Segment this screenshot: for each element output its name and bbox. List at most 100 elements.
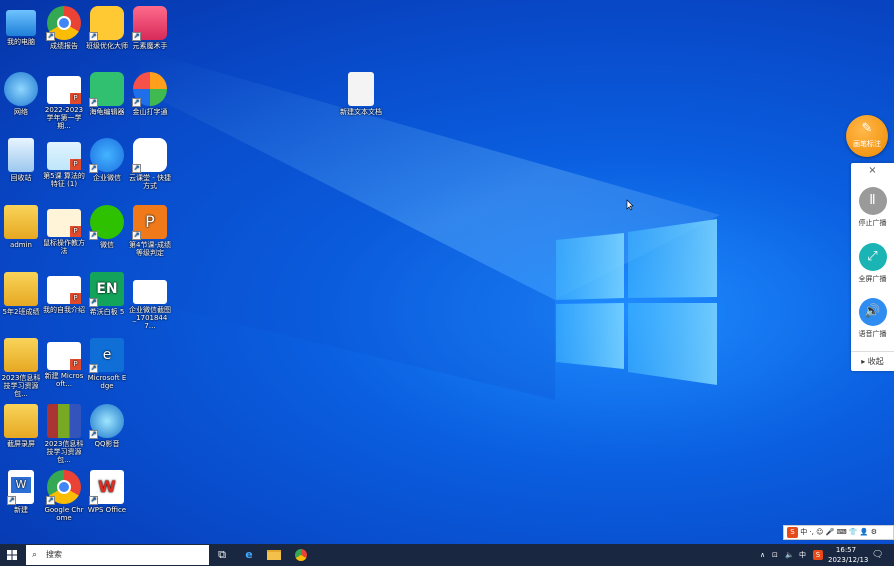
sogou-tray-icon[interactable]: S (813, 544, 823, 566)
task-view-icon[interactable]: ⧉ (214, 547, 230, 563)
start-button[interactable] (0, 544, 24, 566)
word-doc-icon: W ↗ (7, 470, 34, 505)
desktop-icon-seewo[interactable]: EN ↗ 希沃白板 5 (86, 272, 128, 316)
clock[interactable]: 16:57 2023/12/13 (828, 544, 869, 566)
collapse-button[interactable]: ▸ 收起 (851, 351, 894, 371)
shortcut-arrow-icon: ↗ (46, 32, 55, 41)
desktop-icon-qq-player[interactable]: ↗ QQ影音 (86, 404, 128, 448)
mouse-cursor-icon (626, 199, 634, 211)
folder-icon (4, 338, 38, 372)
wechat-icon: ↗ (89, 205, 124, 240)
file-explorer-icon[interactable] (267, 547, 283, 563)
recycle-bin-icon (8, 138, 34, 172)
ime-toolbar[interactable]: S 中 ·, ☺ 🎤 ⌨ 👕 👤 ⚙ (783, 525, 894, 540)
desktop-icon-kingsoft-typing[interactable]: ↗ 金山打字通 (129, 72, 171, 116)
desktop-icon-wps[interactable]: W ↗ WPS Office (86, 470, 128, 514)
desktop-icon-new-text-doc[interactable]: 新建文本文档 (340, 72, 382, 116)
ppt-icon: P ↗ (132, 205, 167, 240)
icon-label: 微信 (100, 241, 114, 249)
desktop-icon-new-ms[interactable]: P 新建 Microsoft... (43, 338, 85, 388)
desktop-icon-resource-pack-1[interactable]: 2023信息科技学习资源包... (0, 338, 42, 398)
shortcut-arrow-icon: ↗ (89, 496, 98, 505)
icon-label: 海龟编辑器 (89, 108, 125, 116)
desktop-icon-lesson5[interactable]: P 第5课 算法的特征 (1) (43, 138, 85, 188)
speaker-icon: 🔊 (858, 298, 887, 326)
class-master-icon: ↗ (89, 6, 124, 41)
desktop-icon-admin[interactable]: admin (0, 205, 42, 249)
desktop-icon-wecom-screenshot[interactable]: 企业微信截图_17018447... (129, 272, 171, 330)
ime-language-indicator[interactable]: 中 (799, 544, 806, 566)
desktop-icon-wechat[interactable]: ↗ 微信 (86, 205, 128, 249)
icon-label: admin (10, 241, 32, 249)
user-folder-icon (4, 205, 38, 239)
desktop-icon-my-computer[interactable]: 我的电脑 (0, 6, 42, 46)
stop-broadcast-button[interactable]: Ⅱ 停止广播 (851, 187, 894, 228)
fullscreen-broadcast-button[interactable]: ⤢ 全屏广播 (851, 243, 894, 284)
stop-broadcast-label: 停止广播 (858, 219, 887, 227)
pause-icon: Ⅱ (858, 187, 887, 215)
desktop-icon-recycle-bin[interactable]: 回收站 (0, 138, 42, 182)
computer-icon (6, 10, 36, 36)
fullscreen-broadcast-label: 全屏广播 (858, 275, 887, 283)
voice-broadcast-button[interactable]: 🔊 语音广播 (851, 298, 894, 339)
edge-taskbar-icon[interactable]: e (241, 547, 257, 563)
show-hidden-icons[interactable]: ∧ (760, 544, 765, 566)
desktop-icon-google-chrome[interactable]: ↗ Google Chrome (43, 470, 85, 522)
ime-toolbar-status: 中 ·, ☺ 🎤 ⌨ 👕 👤 ⚙ (800, 528, 878, 536)
collapse-label: 收起 (867, 357, 884, 366)
ppt-file-icon: P (47, 76, 81, 104)
desktop-icon-resource-pack-2[interactable]: 2023信息科技学习资源包... (43, 404, 85, 464)
shortcut-arrow-icon: ↗ (89, 231, 98, 240)
desktop-icon-new-doc[interactable]: W ↗ 新建 (0, 470, 42, 514)
icon-label: Microsoft Edge (87, 374, 127, 390)
voice-broadcast-label: 语音广播 (858, 330, 887, 338)
edge-icon: e ↗ (89, 338, 124, 373)
search-box[interactable]: ⌕ 搜索 (26, 545, 209, 565)
chrome-icon: ↗ (46, 6, 81, 41)
desktop-icon-edge[interactable]: e ↗ Microsoft Edge (86, 338, 128, 390)
cloud-icon: ↗ (132, 138, 167, 173)
close-icon[interactable]: × (851, 165, 894, 176)
desktop-icon-class-master[interactable]: ↗ 班级优化大师 (86, 6, 128, 50)
volume-icon[interactable]: 🔈 (785, 544, 794, 566)
search-icon: ⌕ (32, 550, 38, 560)
text-file-icon (348, 72, 374, 106)
icon-label: WPS Office (87, 506, 127, 514)
notification-icon[interactable]: 🗨 (872, 544, 883, 566)
icon-label: 企业微信 (93, 174, 121, 182)
desktop-icon-class-grades[interactable]: 5年2班成绩 (0, 272, 42, 316)
icon-label: 2022-2023学年第一学期... (44, 106, 84, 130)
shortcut-arrow-icon: ↗ (132, 164, 141, 173)
ppt-file-icon: P (47, 209, 81, 237)
icon-label: 云课堂 - 快捷方式 (129, 174, 171, 190)
desktop-icon-mouse-method[interactable]: P 鼠标操作教方法 (43, 205, 85, 255)
desktop-icon-network[interactable]: 网络 (0, 72, 42, 116)
desktop-icon-lesson4[interactable]: P ↗ 第4节课-成绩等级判定 (129, 205, 171, 257)
pen-annotate-label: 画笔标注 (853, 140, 881, 148)
network-icon[interactable]: ⊡ (772, 544, 778, 566)
desktop-icon-cloud-class[interactable]: ↗ 云课堂 - 快捷方式 (129, 138, 171, 190)
desktop-icon-screen-record[interactable]: 截屏录屏 (0, 404, 42, 448)
turtle-editor-icon: ↗ (89, 72, 124, 107)
chrome-taskbar-icon[interactable] (293, 547, 309, 563)
icon-label: 第4节课-成绩等级判定 (129, 241, 171, 257)
clock-time: 16:57 (835, 546, 857, 554)
folder-icon (4, 404, 38, 438)
icon-label: 金山打字通 (132, 108, 168, 116)
clock-date: 2023/12/13 (828, 556, 869, 564)
photo-magic-icon: ↗ (132, 6, 167, 41)
desktop-icon-turtle-editor[interactable]: ↗ 海龟编辑器 (86, 72, 128, 116)
desktop-icon-self-intro[interactable]: P 我的自我介绍 (43, 272, 85, 314)
desktop-icon-grade-report[interactable]: ↗ 成绩报告 (43, 6, 85, 50)
ppt-file-icon: P (47, 276, 81, 304)
desktop-icon-photo-magic[interactable]: ↗ 元素魔术手 (129, 6, 171, 50)
broadcast-panel: × Ⅱ 停止广播 ⤢ 全屏广播 🔊 语音广播 ▸ 收起 (851, 163, 894, 371)
pen-annotate-button[interactable]: ✎ 画笔标注 (846, 115, 888, 157)
desktop-icon-semester-ppt[interactable]: P 2022-2023学年第一学期... (43, 72, 85, 130)
seewo-icon: EN ↗ (89, 272, 124, 307)
folder-icon (4, 272, 38, 306)
icon-label: 5年2班成绩 (2, 308, 40, 316)
shortcut-arrow-icon: ↗ (132, 231, 141, 240)
globe-icon (4, 72, 38, 106)
desktop-icon-wecom[interactable]: ↗ 企业微信 (86, 138, 128, 182)
